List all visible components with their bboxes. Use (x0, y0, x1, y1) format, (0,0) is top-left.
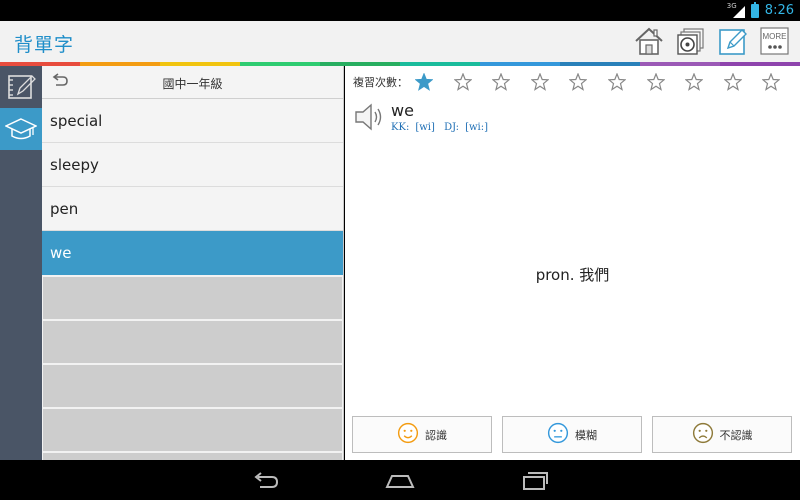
word-list-item[interactable]: we (42, 231, 343, 275)
star-filled-icon[interactable] (415, 73, 433, 91)
word-list-item[interactable]: special (42, 99, 343, 143)
word-detail-panel: 複習次數： we KK: [wi] DJ: [wi:] pron. 我們 認識 模糊 不… (345, 66, 800, 460)
edit-icon[interactable] (716, 24, 750, 58)
empty-list-slot (43, 409, 342, 451)
sad-face-icon (692, 422, 714, 447)
neutral-face-icon (547, 422, 569, 447)
star-empty-icon[interactable] (607, 73, 626, 91)
review-label: 複習次數： (353, 76, 408, 89)
review-count: 複習次數： (353, 71, 781, 93)
battery-icon (750, 1, 759, 18)
rating-buttons: 認識 模糊 不認識 (352, 416, 792, 453)
word-list-item[interactable]: pen (42, 187, 343, 231)
recents-nav-icon[interactable] (515, 470, 555, 492)
star-empty-icon[interactable] (685, 73, 704, 91)
sidebar (0, 66, 42, 460)
home-nav-icon[interactable] (380, 470, 420, 492)
star-empty-icon[interactable] (492, 73, 511, 91)
back-nav-icon[interactable] (245, 470, 285, 492)
word-info: we KK: [wi] DJ: [wi:] (391, 101, 494, 135)
word-list-item[interactable]: sleepy (42, 143, 343, 187)
home-icon[interactable] (632, 24, 666, 58)
star-empty-icon[interactable] (453, 73, 472, 91)
cd-icon[interactable] (674, 24, 708, 58)
action-icons: MORE (632, 24, 792, 58)
kk-value: [wi] (415, 122, 435, 133)
list-title: 國中一年級 (162, 77, 223, 91)
star-empty-icon[interactable] (569, 73, 588, 91)
empty-list-slot (43, 277, 342, 319)
more-icon[interactable]: MORE (758, 24, 792, 58)
star-empty-icon[interactable] (723, 73, 742, 91)
empty-list-slot (43, 365, 342, 407)
status-bar: 3G 8:26 (0, 0, 800, 21)
dj-label: DJ: (444, 122, 460, 133)
rate-button[interactable]: 認識 (352, 416, 492, 453)
speaker-icon[interactable] (353, 101, 389, 135)
list-header: 國中一年級 (42, 66, 343, 99)
app-title: 背單字 (14, 34, 75, 56)
notebook-icon[interactable] (0, 66, 42, 108)
signal-icon: 3G (727, 2, 745, 18)
star-empty-icon[interactable] (762, 73, 781, 91)
rate-button-label: 認識 (425, 428, 447, 442)
word-header: we KK: [wi] DJ: [wi:] (353, 101, 494, 135)
definition: pron. 我們 (535, 266, 610, 284)
clock: 8:26 (764, 3, 794, 18)
empty-list-slot (43, 321, 342, 363)
word-text: we (391, 101, 414, 120)
review-stars (415, 73, 781, 91)
kk-label: KK: (391, 122, 410, 133)
rate-button[interactable]: 不認識 (652, 416, 792, 453)
empty-list-slot (43, 453, 342, 460)
rate-button[interactable]: 模糊 (502, 416, 642, 453)
rate-button-label: 不認識 (719, 428, 753, 442)
word-list-panel: 國中一年級 special sleepy pen we (42, 66, 344, 460)
graduation-cap-icon[interactable] (0, 108, 42, 150)
screen: 3G 8:26 背單字 MORE 國中一年級 special sleepy pe… (0, 0, 800, 500)
star-empty-icon[interactable] (530, 73, 549, 91)
word-rows: special sleepy pen we (42, 99, 343, 460)
more-label: MORE (763, 32, 787, 41)
navigation-bar (0, 460, 800, 500)
action-bar: 背單字 MORE (0, 21, 800, 62)
dj-value: [wi:] (465, 122, 488, 133)
happy-face-icon (397, 422, 419, 447)
star-empty-icon[interactable] (646, 73, 665, 91)
rate-button-label: 模糊 (575, 428, 597, 442)
phonetic: KK: [wi] DJ: [wi:] (391, 122, 494, 133)
status-indicators: 3G 8:26 (727, 0, 794, 21)
